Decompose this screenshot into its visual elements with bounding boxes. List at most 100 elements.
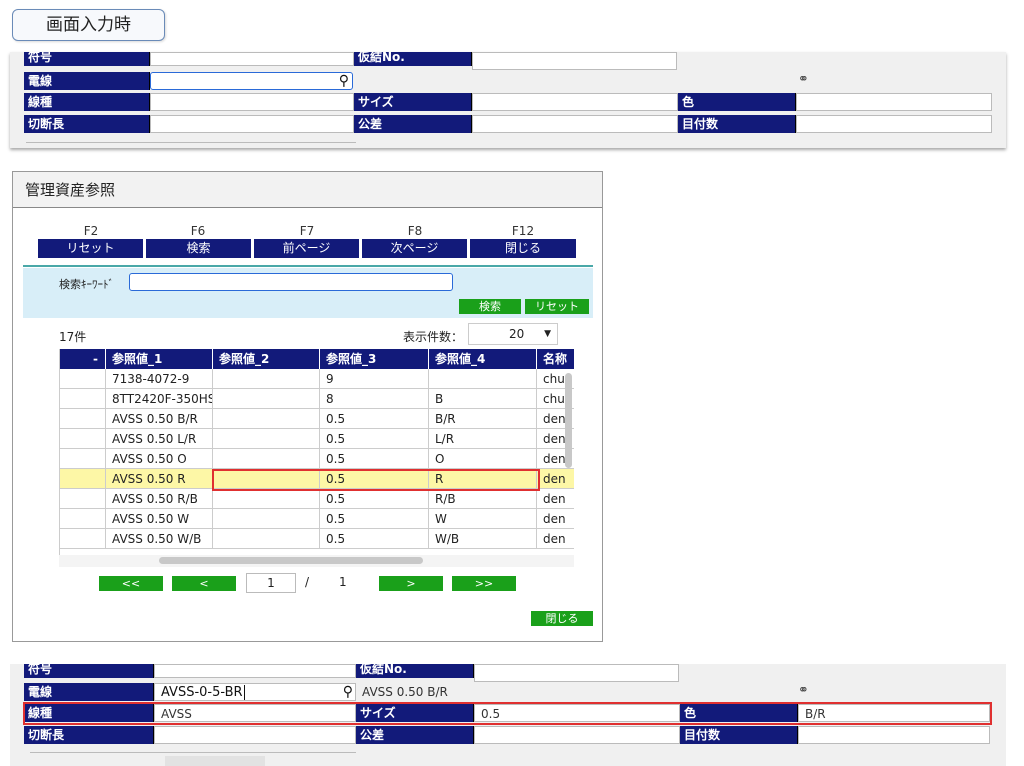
grid-header: - 参照値_1 参照値_2 参照値_3 参照値_4 名称 [60, 349, 574, 369]
cell-ref3: 0.5 [320, 429, 429, 449]
search-icon-2[interactable]: ⚲ [343, 684, 353, 700]
table-row[interactable]: 7138-4072-9 9 chu [60, 369, 574, 389]
densen-name: AVSS 0.50 B/R [362, 685, 448, 699]
cell-ref1: AVSS 0.50 L/R [106, 429, 213, 449]
iro-field[interactable] [796, 93, 992, 111]
metsuki-label-2: 目付数 [680, 726, 798, 744]
first-page-button[interactable]: << [99, 576, 163, 591]
kousa-field-2[interactable] [474, 726, 680, 744]
cell-sel [60, 449, 106, 469]
cell-sel [60, 409, 106, 429]
fkey-f2: F2 [83, 224, 99, 238]
divider-2 [30, 752, 356, 753]
cell-ref4: W/B [429, 529, 537, 549]
kariyui-field[interactable] [472, 52, 677, 70]
kousa-field[interactable] [472, 115, 678, 133]
metsuki-field[interactable] [796, 115, 992, 133]
fkey-f8: F8 [407, 224, 423, 238]
chevron-down-icon: ▼ [544, 329, 551, 339]
reference-dialog: 管理資産参照 F2 F6 F7 F8 F12 リセット 検索 前ページ 次ページ… [12, 171, 603, 642]
prev-page-button[interactable]: < [172, 576, 236, 591]
cell-sel [60, 489, 106, 509]
setsudan-field[interactable] [150, 115, 354, 133]
fugou-label-2: 符号 [24, 664, 154, 678]
setsudan-field-2[interactable] [154, 726, 356, 744]
table-row[interactable]: AVSS 0.50 L/R 0.5 L/R den [60, 429, 574, 449]
cell-ref3: 8 [320, 389, 429, 409]
close-fbutton[interactable]: 閉じる [470, 239, 578, 258]
cell-sel [60, 509, 106, 529]
col-header-ref2[interactable]: 参照値_2 [213, 349, 320, 369]
fkey-f12: F12 [511, 224, 535, 238]
cell-ref1: AVSS 0.50 O [106, 449, 213, 469]
col-header-sel: - [60, 349, 106, 369]
top-form: 符号 仮結No. 電線 ⚲ ⚭ 線種 サイズ 色 切断長 公差 目付数 [10, 52, 1006, 148]
link-icon-2[interactable]: ⚭ [798, 683, 809, 698]
reset-fbutton[interactable]: リセット [38, 239, 145, 258]
per-page-select[interactable]: 20 ▼ [468, 323, 558, 345]
per-page-label: 表示件数： [403, 330, 464, 344]
metsuki-label: 目付数 [678, 115, 796, 133]
metsuki-field-2[interactable] [798, 726, 990, 744]
page-total: 1 [339, 575, 347, 589]
setsudan-label: 切断長 [24, 115, 150, 133]
cell-ref1: AVSS 0.50 R [106, 469, 213, 489]
col-header-ref4[interactable]: 参照値_4 [429, 349, 537, 369]
col-header-name[interactable]: 名称 [537, 349, 574, 369]
cell-ref1: AVSS 0.50 W [106, 509, 213, 529]
fkey-f7: F7 [299, 224, 315, 238]
fugou-field[interactable] [150, 52, 354, 66]
cell-sel [60, 529, 106, 549]
kousa-label: 公差 [354, 115, 472, 133]
cell-ref1: 8TT2420F-350HS [106, 389, 213, 409]
table-row[interactable]: AVSS 0.50 O 0.5 Oden [60, 449, 574, 469]
prev-page-fbutton[interactable]: 前ページ [254, 239, 361, 258]
search-icon[interactable]: ⚲ [339, 73, 349, 89]
densen-input-value-2: AVSS-0-5-BR [161, 685, 243, 700]
link-icon[interactable]: ⚭ [798, 72, 809, 87]
bottom-form: 符号 仮結No. 電線 AVSS-0-5-BR ⚲ AVSS 0.50 B/R … [10, 664, 1006, 766]
fugou-field-2[interactable] [154, 664, 356, 678]
table-row[interactable]: AVSS 0.50 W 0.5 Wden [60, 509, 574, 529]
cell-ref3: 9 [320, 369, 429, 389]
search-fbutton[interactable]: 検索 [146, 239, 253, 258]
setsudan-label-2: 切断長 [24, 726, 154, 744]
table-row[interactable]: AVSS 0.50 W/B 0.5 W/B den [60, 529, 574, 549]
cell-ref3: 0.5 [320, 489, 429, 509]
keyword-input[interactable] [129, 273, 453, 291]
cell-ref2 [213, 449, 320, 469]
densen-label-2: 電線 [24, 683, 154, 701]
kariyui-field-2[interactable] [474, 664, 679, 682]
senshu-field[interactable] [150, 93, 354, 111]
densen-input[interactable]: ⚲ [150, 72, 353, 90]
grid-hscroll-thumb[interactable] [159, 557, 423, 564]
cell-ref3: 0.5 [320, 529, 429, 549]
size-field[interactable] [472, 93, 678, 111]
cell-ref2 [213, 369, 320, 389]
search-button[interactable]: 検索 [459, 299, 521, 314]
col-header-ref3[interactable]: 参照値_3 [320, 349, 429, 369]
senshu-label: 線種 [24, 93, 150, 111]
cell-name: den [537, 509, 574, 529]
reset-button[interactable]: リセット [525, 299, 589, 314]
last-page-button[interactable]: >> [452, 576, 516, 591]
page-input[interactable]: 1 [246, 573, 296, 593]
close-button[interactable]: 閉じる [531, 611, 593, 626]
cell-sel [60, 369, 106, 389]
cell-ref1: AVSS 0.50 B/R [106, 409, 213, 429]
cell-ref4: R/B [429, 489, 537, 509]
table-row[interactable]: AVSS 0.50 R/B 0.5 R/B den [60, 489, 574, 509]
next-page-button[interactable]: > [379, 576, 443, 591]
kariyui-label-2: 仮結No. [356, 664, 474, 678]
col-header-ref1[interactable]: 参照値_1 [106, 349, 213, 369]
dialog-title: 管理資産参照 [13, 172, 602, 208]
next-page-fbutton[interactable]: 次ページ [362, 239, 469, 258]
cell-ref4: L/R [429, 429, 537, 449]
table-row[interactable]: AVSS 0.50 B/R 0.5 B/R den [60, 409, 574, 429]
densen-input-2[interactable]: AVSS-0-5-BR ⚲ [154, 683, 356, 701]
table-row[interactable]: 8TT2420F-350HS 8 Bchu [60, 389, 574, 409]
results-grid: - 参照値_1 参照値_2 参照値_3 参照値_4 名称 7138-4072-9… [59, 349, 574, 567]
grid-vscroll-thumb[interactable] [565, 373, 572, 468]
keyword-label: 検索ｷｰﾜｰﾄﾞ [59, 278, 114, 291]
selection-highlight-box [212, 469, 540, 491]
